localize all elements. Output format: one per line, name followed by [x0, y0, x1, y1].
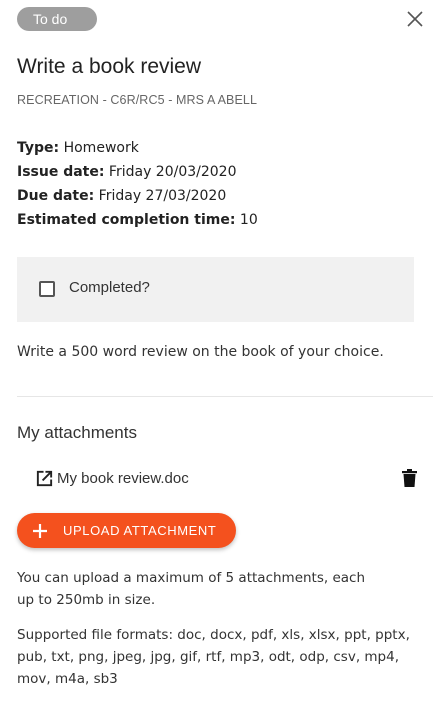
divider: [17, 396, 433, 397]
attachment-name[interactable]: My book review.doc: [57, 470, 189, 487]
task-description: Write a 500 word review on the book of y…: [17, 344, 384, 360]
due-date-label: Due date:: [17, 188, 95, 204]
upload-attachment-label: UPLOAD ATTACHMENT: [63, 523, 217, 538]
plus-icon: [33, 523, 47, 538]
estimate-row: Estimated completion time: 10: [17, 208, 258, 232]
type-row: Type: Homework: [17, 136, 258, 160]
due-date-value: Friday 27/03/2020: [98, 188, 227, 204]
status-badge: To do: [17, 7, 97, 31]
estimate-value: 10: [239, 212, 258, 228]
upload-attachment-button[interactable]: UPLOAD ATTACHMENT: [17, 513, 236, 548]
issue-date-label: Issue date:: [17, 164, 105, 180]
due-date-row: Due date: Friday 27/03/2020: [17, 184, 258, 208]
issue-date-row: Issue date: Friday 20/03/2020: [17, 160, 258, 184]
class-subtitle: RECREATION - C6R/RC5 - MRS A ABELL: [17, 93, 258, 107]
page-title: Write a book review: [17, 55, 202, 78]
task-details: Type: Homework Issue date: Friday 20/03/…: [17, 136, 258, 232]
type-value: Homework: [63, 140, 139, 156]
completed-checkbox[interactable]: [39, 281, 55, 297]
attachments-heading: My attachments: [17, 423, 137, 442]
completed-panel: Completed?: [17, 257, 414, 322]
attachment-item[interactable]: My book review.doc: [35, 467, 189, 489]
attachment-limit-note: You can upload a maximum of 5 attachment…: [17, 570, 366, 608]
supported-formats-note: Supported file formats: doc, docx, pdf, …: [17, 627, 410, 687]
open-in-new-icon[interactable]: [35, 469, 54, 488]
trash-icon[interactable]: [402, 469, 417, 487]
type-label: Type:: [17, 140, 60, 156]
completed-label[interactable]: Completed?: [69, 279, 150, 296]
close-icon[interactable]: [406, 10, 424, 28]
issue-date-value: Friday 20/03/2020: [108, 164, 237, 180]
estimate-label: Estimated completion time:: [17, 212, 236, 228]
